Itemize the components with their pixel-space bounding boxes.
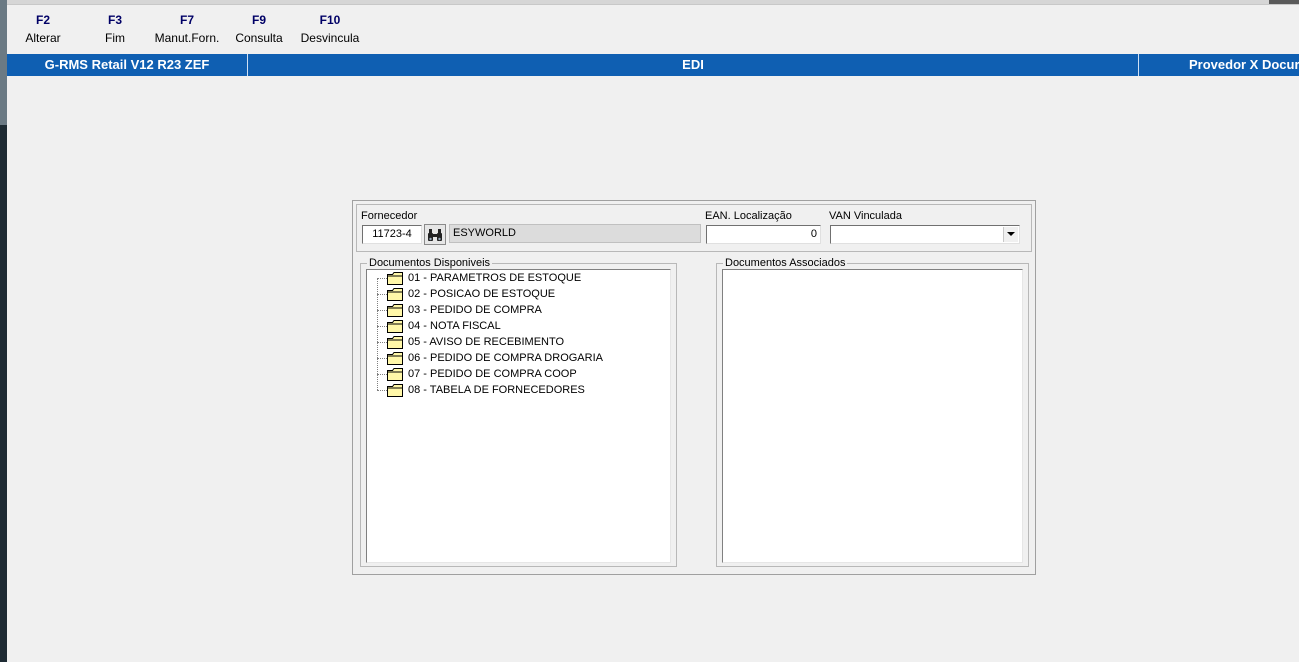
associated-documents-list[interactable] (722, 269, 1023, 563)
f9-consulta-button[interactable]: F9 Consulta (232, 12, 286, 48)
tree-item-document[interactable]: 05 - AVISO DE RECEBIMENTO (367, 334, 667, 350)
f7-manut-forn-button[interactable]: F7 Manut.Forn. (152, 12, 222, 48)
f2-alterar-button[interactable]: F2 Alterar (21, 12, 65, 48)
key-label: F9 (251, 13, 266, 27)
action-label: Manut.Forn. (154, 31, 220, 45)
action-label: Consulta (235, 31, 283, 45)
window-top-edge (7, 0, 1299, 5)
action-label: Fim (105, 31, 125, 45)
chevron-down-icon[interactable] (1003, 227, 1018, 242)
tree-item-document[interactable]: 02 - POSICAO DE ESTOQUE (367, 286, 667, 302)
available-documents-group: Documentos Disponiveis 01 - PARAMETROS D… (360, 257, 677, 567)
associated-documents-group: Documentos Associados (716, 257, 1029, 567)
fornecedor-label: Fornecedor (361, 210, 418, 222)
van-vinculada-select[interactable] (830, 225, 1020, 244)
tree-item-document[interactable]: 03 - PEDIDO DE COMPRA (367, 302, 667, 318)
tree-item-label: 07 - PEDIDO DE COMPRA COOP (408, 368, 577, 380)
fornecedor-code-field[interactable]: 11723-4 (362, 225, 422, 244)
screen-title: Provedor X Docur (1189, 57, 1299, 72)
available-documents-tree[interactable]: 01 - PARAMETROS DE ESTOQUE 02 - POSICAO D… (366, 269, 671, 563)
tree-item-label: 03 - PEDIDO DE COMPRA (408, 304, 542, 316)
key-label: F10 (319, 13, 341, 27)
fornecedor-name-field: ESYWORLD (449, 224, 701, 243)
module-title: EDI (682, 57, 704, 72)
app-version-title: G-RMS Retail V12 R23 ZEF (44, 57, 210, 72)
folder-icon (387, 384, 403, 400)
key-label: F7 (179, 13, 194, 27)
window-edge (0, 0, 7, 662)
main-form-panel: Fornecedor 11723-4 ESYWORLD EAN. Localiz… (352, 200, 1036, 575)
application-titlebar: G-RMS Retail V12 R23 ZEF EDI Provedor X … (7, 54, 1299, 76)
tree-item-label: 04 - NOTA FISCAL (408, 320, 501, 332)
f10-desvincula-button[interactable]: F10 Desvincula (298, 12, 362, 48)
tree-item-label: 06 - PEDIDO DE COMPRA DROGARIA (408, 352, 603, 364)
supplier-header-group: Fornecedor 11723-4 ESYWORLD EAN. Localiz… (356, 204, 1032, 252)
tree-item-document[interactable]: 08 - TABELA DE FORNECEDORES (367, 382, 667, 398)
tree-item-document[interactable]: 04 - NOTA FISCAL (367, 318, 667, 334)
action-label: Desvincula (300, 31, 360, 45)
tree-item-label: 05 - AVISO DE RECEBIMENTO (408, 336, 565, 348)
tree-item-document[interactable]: 01 - PARAMETROS DE ESTOQUE (367, 270, 667, 286)
tree-item-document[interactable]: 06 - PEDIDO DE COMPRA DROGARIA (367, 350, 667, 366)
tree-item-label: 01 - PARAMETROS DE ESTOQUE (408, 272, 582, 284)
ean-label: EAN. Localização (705, 210, 792, 222)
van-label: VAN Vinculada (829, 210, 902, 222)
f3-fim-button[interactable]: F3 Fim (96, 12, 134, 48)
binoculars-icon (428, 228, 442, 241)
key-label: F2 (35, 13, 50, 27)
tree-item-document[interactable]: 07 - PEDIDO DE COMPRA COOP (367, 366, 667, 382)
search-supplier-button[interactable] (424, 224, 446, 245)
tree-item-label: 02 - POSICAO DE ESTOQUE (408, 288, 556, 300)
tree-item-label: 08 - TABELA DE FORNECEDORES (408, 384, 585, 396)
action-label: Alterar (25, 31, 61, 45)
ean-localizacao-field[interactable]: 0 (706, 225, 821, 244)
key-label: F3 (107, 13, 122, 27)
